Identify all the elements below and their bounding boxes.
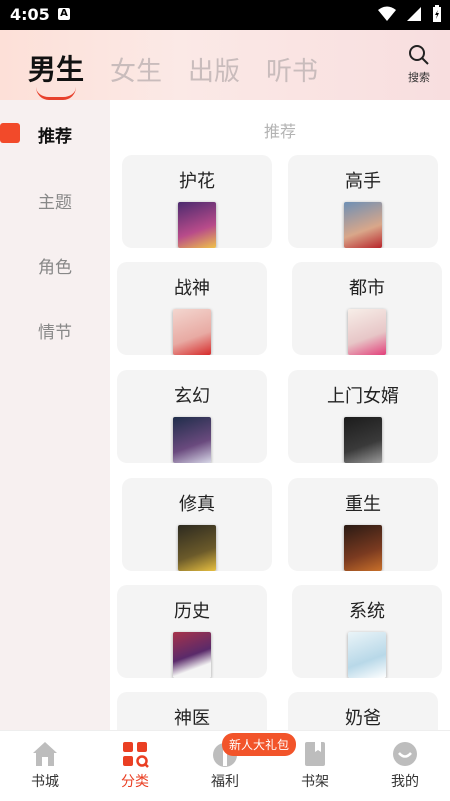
- book-cover: [178, 202, 216, 248]
- sidebar-item-plot[interactable]: 情节: [0, 318, 110, 343]
- category-label: 神医: [174, 708, 210, 729]
- new-user-gift-badge[interactable]: 新人大礼包: [222, 733, 297, 756]
- signal-icon: [407, 7, 421, 21]
- tab-female[interactable]: 女生: [110, 51, 162, 88]
- sidebar-item-role[interactable]: 角色: [0, 253, 110, 278]
- category-content: 推荐 护花 高手 战神 都市 玄幻 上门女婿 修真 重生 历史 系统 神医 奶爸: [110, 100, 450, 730]
- search-label: 搜索: [408, 71, 430, 84]
- gender-tabs: 男生 女生 出版 听书: [28, 48, 318, 100]
- book-cover: [344, 202, 382, 248]
- wifi-icon: [378, 6, 396, 21]
- book-cover: [348, 309, 386, 355]
- status-time: 4:05: [10, 5, 50, 24]
- category-card-naiba[interactable]: 奶爸: [288, 692, 438, 730]
- bookshelf-icon: [305, 742, 325, 766]
- category-label: 重生: [345, 494, 381, 515]
- profile-icon: [393, 742, 417, 766]
- category-card-dushi[interactable]: 都市: [292, 262, 442, 355]
- category-label: 都市: [349, 278, 385, 299]
- category-grid-icon: [123, 742, 149, 768]
- section-title: 推荐: [263, 122, 296, 141]
- book-cover: [348, 632, 386, 678]
- nav-category[interactable]: 分类: [90, 739, 180, 791]
- category-card-zhanshen[interactable]: 战神: [117, 262, 267, 355]
- category-card-shenyi[interactable]: 神医: [117, 692, 267, 730]
- book-cover: [344, 525, 382, 571]
- category-label: 奶爸: [345, 708, 381, 729]
- search-button[interactable]: 搜索: [408, 44, 430, 85]
- category-card-xuanhuan[interactable]: 玄幻: [117, 370, 267, 463]
- nav-bookstore-label: 书城: [31, 774, 59, 790]
- category-label: 战神: [174, 278, 210, 299]
- category-card-chongsheng[interactable]: 重生: [288, 478, 438, 571]
- book-cover: [178, 525, 216, 571]
- nav-category-label: 分类: [121, 774, 149, 790]
- tab-publish[interactable]: 出版: [188, 51, 240, 88]
- home-icon: [33, 742, 57, 766]
- tab-male[interactable]: 男生: [28, 48, 85, 100]
- status-bar: 4:05 A: [0, 0, 450, 30]
- nav-bookshelf-label: 书架: [301, 774, 329, 790]
- category-card-lishi[interactable]: 历史: [117, 585, 267, 678]
- nav-mine-label: 我的: [391, 774, 419, 790]
- category-sidebar: 推荐 主题 角色 情节: [0, 100, 110, 730]
- tab-audiobook[interactable]: 听书: [266, 51, 318, 88]
- category-label: 系统: [349, 601, 385, 622]
- category-label: 玄幻: [174, 386, 210, 407]
- category-label: 修真: [179, 494, 215, 515]
- app-notification-icon: A: [58, 8, 70, 20]
- category-label: 上门女婿: [327, 386, 399, 407]
- nav-mine[interactable]: 我的: [360, 739, 450, 791]
- nav-welfare-label: 福利: [211, 774, 239, 790]
- category-label: 高手: [345, 171, 381, 192]
- category-card-shangmen[interactable]: 上门女婿: [288, 370, 438, 463]
- sidebar-item-recommend[interactable]: 推荐: [0, 122, 110, 147]
- category-label: 护花: [179, 171, 215, 192]
- category-card-huhua[interactable]: 护花: [122, 155, 272, 248]
- search-icon: [409, 45, 429, 65]
- category-card-xitong[interactable]: 系统: [292, 585, 442, 678]
- battery-icon: [433, 5, 441, 22]
- category-label: 历史: [174, 601, 210, 622]
- book-cover: [173, 417, 211, 463]
- book-cover: [173, 632, 211, 678]
- book-cover: [173, 309, 211, 355]
- category-card-gaoshou[interactable]: 高手: [288, 155, 438, 248]
- book-cover: [344, 417, 382, 463]
- nav-bookstore[interactable]: 书城: [0, 739, 90, 791]
- category-card-xiuzhen[interactable]: 修真: [122, 478, 272, 571]
- active-tab-indicator: [36, 87, 76, 100]
- category-header: 男生 女生 出版 听书 搜索: [0, 30, 450, 100]
- sidebar-item-theme[interactable]: 主题: [0, 188, 110, 213]
- tab-male-label: 男生: [28, 53, 85, 86]
